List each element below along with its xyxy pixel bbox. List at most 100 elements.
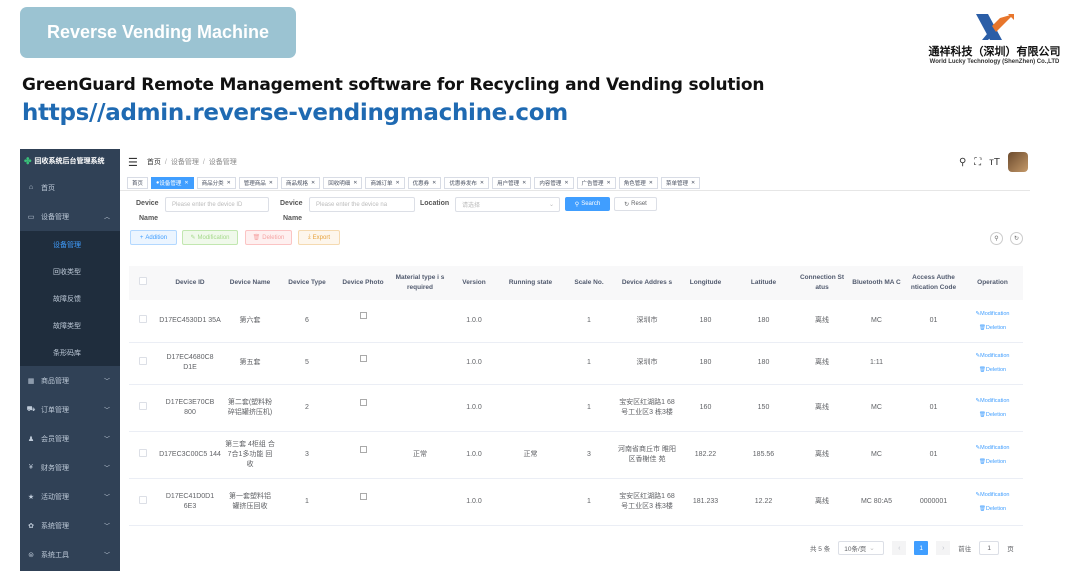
refresh-icon[interactable]: ↻ xyxy=(1010,232,1023,245)
close-icon: ✕ xyxy=(268,179,273,186)
row-checkbox[interactable] xyxy=(139,448,147,457)
row-modify-link[interactable]: ✎Modification xyxy=(964,488,1021,502)
row-checkbox[interactable] xyxy=(139,401,147,410)
table-row: D17EC4530D1 35A 第六套 6 1.0.0 1 深圳市 180 18… xyxy=(129,300,1023,343)
close-icon: ✕ xyxy=(690,179,696,186)
col-operation: Operation xyxy=(962,266,1023,300)
tag-item[interactable]: 优惠券发布 ✕ xyxy=(444,176,490,189)
sidebar-item-goods[interactable]: ▦ 商品管理 ﹀ xyxy=(20,366,120,395)
sidebar-item-device[interactable]: ▭ 设备管理 ︿ xyxy=(20,202,120,231)
row-modify-link[interactable]: ✎Modification xyxy=(964,307,1021,321)
close-icon: ✕ xyxy=(564,179,569,186)
row-delete-link[interactable]: 🗑Deletion xyxy=(964,363,1021,377)
sidebar-item-home[interactable]: ⌂ 首页 xyxy=(20,173,120,202)
breadcrumb-home[interactable]: 首页 xyxy=(147,157,161,167)
search-icon[interactable]: ⚲ xyxy=(959,157,966,168)
tag-item[interactable]: 商城订单 ✕ xyxy=(365,176,405,189)
row-checkbox[interactable] xyxy=(139,357,147,365)
row-delete-link[interactable]: 🗑Deletion xyxy=(964,408,1021,422)
device-name-input[interactable]: Please enter the device na xyxy=(309,197,415,212)
row-delete-link[interactable]: 🗑Deletion xyxy=(964,502,1021,516)
tag-item[interactable]: 角色管理 ✕ xyxy=(618,176,658,189)
search-toggle-icon[interactable]: ⚲ xyxy=(990,232,1003,245)
logo-mark-icon xyxy=(975,14,1014,40)
tag-item[interactable]: 广告管理 ✕ xyxy=(576,176,616,189)
fullscreen-icon[interactable]: ⛶ xyxy=(974,157,981,168)
tag-item-active[interactable]: ● 设备管理 ✕ xyxy=(151,176,194,189)
tag-item[interactable]: 内容管理 ✕ xyxy=(534,176,574,189)
sidebar-item-orders[interactable]: ⛟ 订单管理 ﹀ xyxy=(20,395,120,424)
close-icon: ✕ xyxy=(648,179,653,186)
tool-icon: ⊜ xyxy=(28,551,34,559)
col-running: Running state xyxy=(497,266,564,300)
close-icon: ✕ xyxy=(606,179,611,186)
sidebar-item-system[interactable]: ✿ 系统管理 ﹀ xyxy=(20,511,120,540)
avatar[interactable] xyxy=(1008,152,1028,172)
select-all-checkbox[interactable] xyxy=(139,277,147,285)
tag-item[interactable]: 回收明细 ✕ xyxy=(323,176,363,189)
font-size-icon[interactable]: тT xyxy=(989,157,1000,168)
reset-button[interactable]: ↻ Reset xyxy=(614,197,657,211)
sidebar-header: ✤ 回收系统后台管理系统 xyxy=(20,149,120,173)
location-select[interactable]: 请选择 ⌄ xyxy=(455,197,560,212)
col-device-type: Device Type xyxy=(277,266,337,300)
tag-item[interactable]: 用户管理 ✕ xyxy=(492,176,532,189)
pagination-total: 共 5 条 xyxy=(810,546,831,553)
prev-page-button[interactable]: ‹ xyxy=(892,541,907,555)
slide-headline: GreenGuard Remote Management software fo… xyxy=(22,75,765,95)
tag-item[interactable]: 管理商品 ✕ xyxy=(238,176,278,189)
export-button[interactable]: ⤓ Export xyxy=(298,230,340,245)
row-delete-link[interactable]: 🗑Deletion xyxy=(964,321,1021,335)
device-id-input[interactable]: Please enter the device ID xyxy=(165,197,269,212)
broken-image-icon xyxy=(359,354,367,362)
chevron-down-icon: ⌄ xyxy=(869,545,875,552)
goto-label: 前往 xyxy=(958,546,972,553)
row-modify-link[interactable]: ✎Modification xyxy=(964,441,1021,455)
page-size-select[interactable]: 10条/页 ⌄ xyxy=(838,541,885,555)
hamburger-icon[interactable]: ☰ xyxy=(128,156,138,169)
sidebar-item-label: 设备管理 xyxy=(41,213,69,221)
main-content: ☰ 首页 / 设备管理 / 设备管理 ⚲ ⛶ тT 首页 ● 设备管理 ✕ 商品分… xyxy=(120,149,1030,571)
next-page-button[interactable]: › xyxy=(936,541,951,555)
admin-url[interactable]: https//admin.reverse-vendingmachine.com xyxy=(22,100,568,126)
tag-item[interactable]: 优惠券 ✕ xyxy=(407,176,442,189)
sidebar-item-label: 活动管理 xyxy=(41,493,69,501)
tag-item[interactable]: 商品分类 ✕ xyxy=(196,176,236,189)
chevron-down-icon: ﹀ xyxy=(103,379,110,385)
sidebar-sub-fault-feedback[interactable]: 故障反馈 xyxy=(20,285,120,312)
add-button[interactable]: + Addition xyxy=(130,230,177,245)
sidebar-sub-recycle-type[interactable]: 回收类型 xyxy=(20,258,120,285)
goto-page-input[interactable]: 1 xyxy=(979,541,1000,555)
table-row: D17EC41D0D1 6E3 第一套塑料铝 罐挤压回收 1 1.0.0 1 宝… xyxy=(129,478,1023,526)
page-number-current[interactable]: 1 xyxy=(914,541,929,555)
sidebar-item-members[interactable]: ♟ 会员管理 ﹀ xyxy=(20,424,120,453)
sidebar-item-tools[interactable]: ⊜ 系统工具 ﹀ xyxy=(20,540,120,569)
grid-icon: ▦ xyxy=(27,377,35,385)
tag-item[interactable]: 商品规格 ✕ xyxy=(281,176,321,189)
star-icon: ★ xyxy=(27,493,35,501)
leaf-logo-icon: ✤ xyxy=(24,155,32,166)
tag-item[interactable]: 首页 xyxy=(127,176,149,189)
row-checkbox[interactable] xyxy=(139,314,147,323)
sidebar-item-label: 首页 xyxy=(41,184,55,192)
breadcrumb-device[interactable]: 设备管理 xyxy=(171,157,199,167)
row-checkbox[interactable] xyxy=(139,495,147,504)
pagination: 共 5 条 10条/页 ⌄ ‹ 1 › 前往 1 页 xyxy=(810,541,1014,555)
chevron-down-icon: ﹀ xyxy=(103,553,110,559)
sidebar-sub-barcode[interactable]: 条形码库 xyxy=(20,339,120,366)
delete-button[interactable]: 🗑 Deletion xyxy=(245,230,292,245)
search-button[interactable]: ⚲ Search xyxy=(565,197,610,211)
sidebar-item-finance[interactable]: ¥ 财务管理 ﹀ xyxy=(20,453,120,482)
broken-image-icon xyxy=(359,493,367,500)
sidebar-sub-fault-type[interactable]: 故障类型 xyxy=(20,312,120,339)
modify-button[interactable]: ✎ Modification xyxy=(182,230,238,245)
tag-item[interactable]: 菜单管理 ✕ xyxy=(660,176,701,189)
sidebar-item-activity[interactable]: ★ 活动管理 ﹀ xyxy=(20,482,120,511)
sidebar: ✤ 回收系统后台管理系统 ⌂ 首页 ▭ 设备管理 ︿ 设备管理 回收类型 故障反… xyxy=(20,149,120,571)
row-modify-link[interactable]: ✎Modification xyxy=(964,349,1021,363)
location-label: Location xyxy=(420,200,450,207)
col-bluetooth: Bluetooth MA C xyxy=(848,266,905,300)
sidebar-sub-device[interactable]: 设备管理 xyxy=(20,231,120,258)
row-delete-link[interactable]: 🗑Deletion xyxy=(964,455,1021,469)
row-modify-link[interactable]: ✎Modification xyxy=(964,394,1021,408)
